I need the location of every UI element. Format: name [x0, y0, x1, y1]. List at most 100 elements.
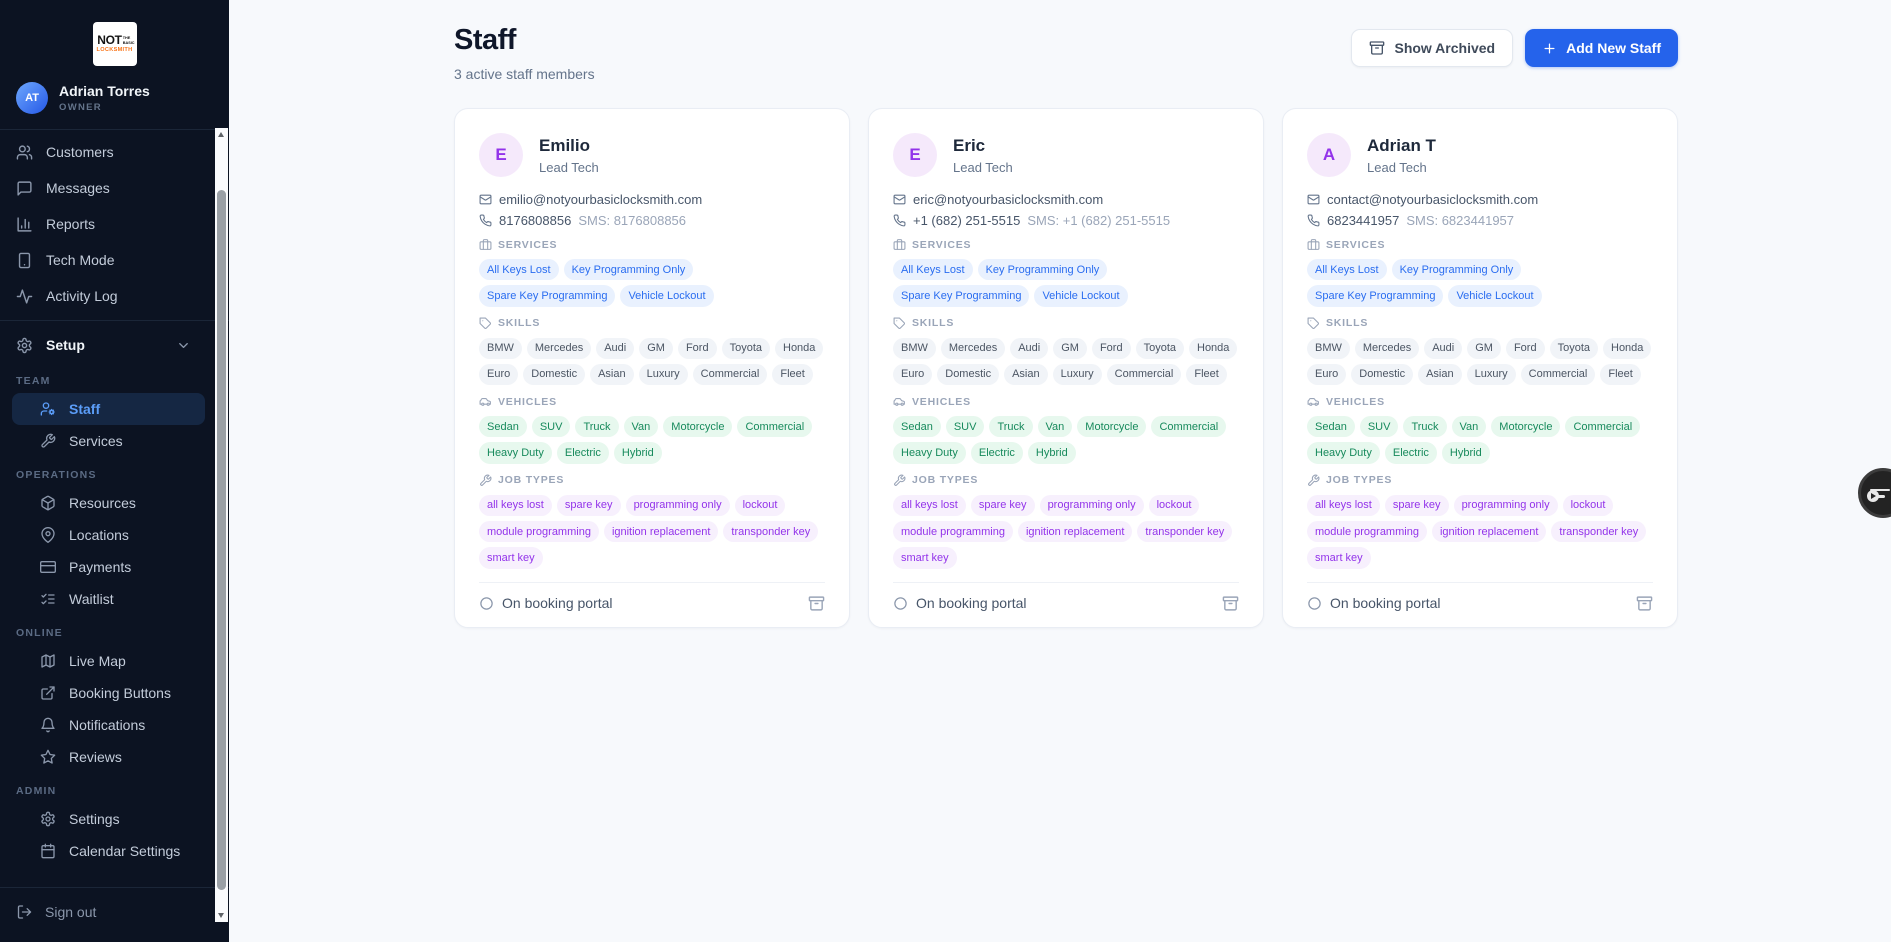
sidebar-item-booking-buttons[interactable]: Booking Buttons — [12, 677, 205, 709]
skill-tag: Honda — [1189, 338, 1237, 359]
staff-phone: 6823441957 — [1327, 213, 1399, 228]
staff-card-footer: On booking portal — [893, 582, 1239, 627]
archive-staff-button[interactable] — [1222, 595, 1239, 612]
sidebar-item-customers[interactable]: Customers — [0, 134, 229, 170]
sidebar-item-notifications[interactable]: Notifications — [12, 709, 205, 741]
vehicle-tag: Van — [624, 416, 659, 437]
credit-card-icon — [40, 559, 56, 575]
sidebar-item-resources[interactable]: Resources — [12, 487, 205, 519]
archive-staff-button[interactable] — [1636, 595, 1653, 612]
staff-email: contact@notyourbasiclocksmith.com — [1327, 192, 1538, 207]
sidebar-item-payments[interactable]: Payments — [12, 551, 205, 583]
users-icon — [16, 144, 33, 161]
package-icon — [40, 495, 56, 511]
sidebar-item-settings[interactable]: Settings — [12, 803, 205, 835]
skill-tag: Asian — [590, 364, 634, 385]
section-label: VEHICLES — [893, 395, 1239, 408]
sidebar-scrollbar[interactable] — [215, 128, 228, 922]
skill-tag: GM — [1053, 338, 1087, 359]
page-header: Staff 3 active staff members Show Archiv… — [454, 24, 1678, 82]
skill-tag: Audi — [1424, 338, 1462, 359]
section-label-text: SERVICES — [498, 239, 557, 251]
show-archived-button[interactable]: Show Archived — [1351, 29, 1513, 67]
section-label-text: SKILLS — [912, 317, 954, 329]
sidebar-item-activity-log[interactable]: Activity Log — [0, 278, 229, 314]
sidebar-item-setup[interactable]: Setup — [0, 327, 229, 363]
sidebar-item-label: Locations — [69, 527, 129, 543]
skill-tag: Toyota — [722, 338, 770, 359]
staff-role: Lead Tech — [539, 160, 599, 175]
car-icon — [479, 395, 492, 408]
section-label-text: VEHICLES — [1326, 396, 1385, 408]
circle-icon — [1307, 596, 1322, 611]
skill-tag: Domestic — [1351, 364, 1413, 385]
archive-icon — [1636, 595, 1653, 612]
job-type-tag: all keys lost — [893, 495, 966, 516]
sidebar-item-services[interactable]: Services — [12, 425, 205, 457]
staff-section-services: SERVICESAll Keys LostKey Programming Onl… — [893, 238, 1239, 307]
sign-out-button[interactable]: Sign out — [0, 888, 229, 926]
sidebar-item-label: Services — [69, 433, 123, 449]
section-label: SERVICES — [1307, 238, 1653, 251]
wrench-icon — [1307, 474, 1320, 487]
sidebar-item-label: Resources — [69, 495, 136, 511]
user-role-badge: OWNER — [59, 102, 150, 113]
skill-tag: Toyota — [1550, 338, 1598, 359]
staff-avatar: A — [1307, 133, 1351, 177]
sidebar-item-tech-mode[interactable]: Tech Mode — [0, 242, 229, 278]
sidebar-item-live-map[interactable]: Live Map — [12, 645, 205, 677]
service-tag: Key Programming Only — [564, 259, 694, 280]
section-label: JOB TYPES — [893, 474, 1239, 487]
phone-icon — [1307, 214, 1320, 227]
staff-section-job-types: JOB TYPESall keys lostspare keyprogrammi… — [1307, 474, 1653, 569]
sidebar-item-staff[interactable]: Staff — [12, 393, 205, 425]
sidebar-item-label: Settings — [69, 811, 120, 827]
sidebar-item-locations[interactable]: Locations — [12, 519, 205, 551]
app-root: NOT THE BASIC LOCKSMITH AT Adrian Torres… — [0, 0, 1891, 942]
circle-icon — [479, 596, 494, 611]
tag-icon — [1307, 317, 1320, 330]
staff-card-header: EEmilioLead Tech — [479, 133, 825, 177]
staff-section-job-types: JOB TYPES all keys lostspare keyprogrammi… — [893, 474, 1239, 569]
sign-out-label: Sign out — [45, 904, 96, 920]
mail-icon — [893, 193, 906, 206]
staff-sms: SMS: 6823441957 — [1406, 213, 1514, 228]
nav-section-team: TEAM — [0, 363, 229, 393]
tag-icon — [893, 317, 906, 330]
sidebar-item-reviews[interactable]: Reviews — [12, 741, 205, 773]
staff-section-skills: SKILLSBMWMercedesAudiGMFordToyotaHondaEu… — [1307, 317, 1653, 386]
job-type-tag: all keys lost — [1307, 495, 1380, 516]
archive-staff-button[interactable] — [808, 595, 825, 612]
skill-tag: Luxury — [1467, 364, 1516, 385]
skill-tag: Domestic — [523, 364, 585, 385]
skill-tag: Asian — [1004, 364, 1048, 385]
job-type-tag: all keys lost — [479, 495, 552, 516]
user-profile[interactable]: AT Adrian Torres OWNER — [0, 82, 229, 114]
sidebar-item-reports[interactable]: Reports — [0, 206, 229, 242]
vehicle-tag: Heavy Duty — [893, 442, 966, 463]
sidebar-item-label: Tech Mode — [46, 252, 114, 268]
booking-portal-status: On booking portal — [1307, 595, 1441, 611]
job-types-pills: all keys lostspare keyprogramming onlylo… — [893, 495, 1239, 569]
job-type-tag: module programming — [1307, 521, 1427, 542]
sidebar-item-label: Customers — [46, 144, 114, 160]
section-label-text: SKILLS — [1326, 317, 1368, 329]
skill-tag: Mercedes — [527, 338, 591, 359]
sidebar-item-waitlist[interactable]: Waitlist — [12, 583, 205, 615]
sidebar-item-messages[interactable]: Messages — [0, 170, 229, 206]
scroll-up-arrow[interactable] — [218, 132, 224, 137]
activity-icon — [16, 288, 33, 305]
sidebar-item-calendar-settings[interactable]: Calendar Settings — [12, 835, 205, 867]
service-tag: All Keys Lost — [893, 259, 973, 280]
staff-section-services: SERVICESAll Keys LostKey Programming Onl… — [1307, 238, 1653, 307]
add-new-staff-button[interactable]: Add New Staff — [1525, 29, 1678, 67]
job-type-tag: ignition replacement — [1018, 521, 1132, 542]
services-pills: All Keys LostKey Programming OnlySpare K… — [479, 259, 825, 307]
skill-tag: GM — [1467, 338, 1501, 359]
vehicle-tag: Truck — [575, 416, 618, 437]
services-pills: All Keys LostKey Programming OnlySpare K… — [893, 259, 1239, 307]
scroll-thumb[interactable] — [217, 190, 226, 890]
scroll-down-arrow[interactable] — [218, 913, 224, 918]
archive-icon — [808, 595, 825, 612]
phone-icon — [479, 214, 492, 227]
